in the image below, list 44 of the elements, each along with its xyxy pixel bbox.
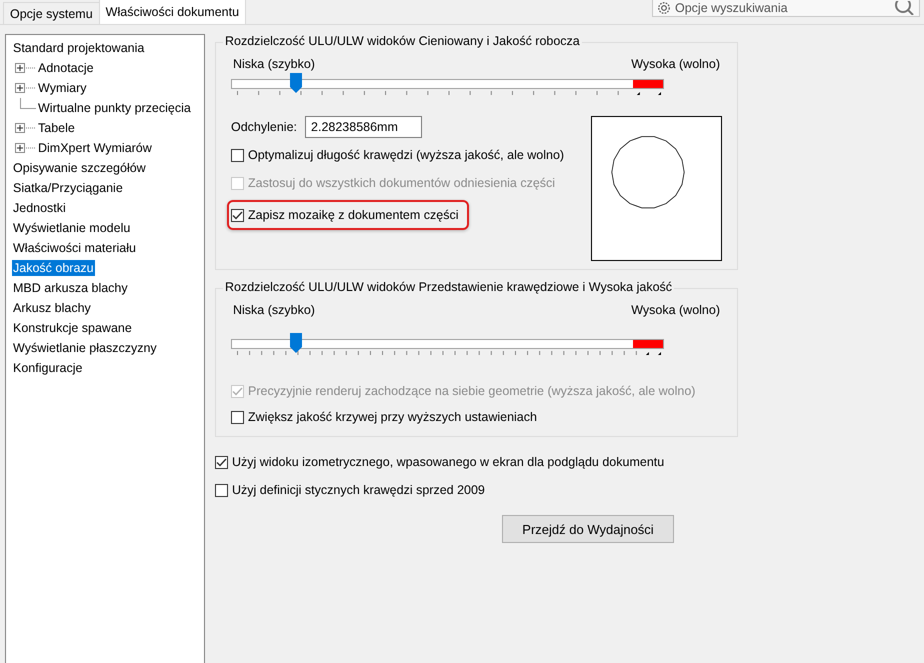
tree-item[interactable]: MBD arkusza blachy: [12, 280, 129, 296]
tree-item[interactable]: Adnotacje: [37, 60, 95, 76]
check-icon: [232, 386, 243, 396]
slider-thumb[interactable]: [288, 73, 303, 93]
slider-min-label: Niska (szybko): [233, 303, 315, 317]
tree-item[interactable]: Wyświetlanie płaszczyzny: [12, 340, 158, 356]
slider-max-label: Wysoka (wolno): [631, 303, 720, 317]
group-title: Rozdzielczość ULU/ULW widoków Cieniowany i Jakość robocza: [223, 34, 582, 48]
tree-item[interactable]: Siatka/Przyciąganie: [12, 180, 124, 196]
tree-item[interactable]: Opisywanie szczegółów: [12, 160, 147, 176]
slider-max-label: Wysoka (wolno): [631, 57, 720, 71]
check-icon: [232, 210, 243, 220]
checkbox-option[interactable]: Optymalizuj długość krawędzi (wyższa jakość, ale wolno): [231, 144, 564, 166]
tree-item[interactable]: Konstrukcje spawane: [12, 320, 133, 336]
settings-icon[interactable]: [657, 1, 671, 15]
tree-item[interactable]: Właściwości materiału: [12, 240, 137, 256]
checkbox-option[interactable]: Użyj definicji stycznych krawędzi sprzed 2009: [215, 479, 485, 501]
tree-item[interactable]: Wymiary: [37, 80, 88, 96]
slider-min-label: Niska (szybko): [233, 57, 315, 71]
slider-track[interactable]: [231, 73, 664, 93]
tree-item[interactable]: Wirtualne punkty przecięcia: [37, 100, 192, 116]
tree-item[interactable]: Konfiguracje: [12, 360, 84, 376]
checkbox-option[interactable]: Zapisz mozaikę z dokumentem części: [227, 200, 468, 230]
tree-item[interactable]: Jednostki: [12, 200, 67, 216]
deviation-field[interactable]: 2.28238586mm: [305, 116, 422, 138]
tab[interactable]: Opcje systemu: [3, 2, 100, 24]
tree-item[interactable]: Jakość obrazu: [12, 260, 95, 276]
group-title: Rozdzielczość ULU/ULW widoków Przedstawienie krawędziowe i Wysoka jakość: [223, 280, 674, 294]
tree-item[interactable]: Tabele: [37, 120, 76, 136]
search-field[interactable]: Opcje wyszukiwania: [652, 0, 920, 17]
slider-track[interactable]: [231, 333, 664, 353]
search-icon[interactable]: [895, 1, 915, 15]
tree-item[interactable]: Standard projektowania: [12, 40, 146, 56]
performance-button[interactable]: Przejdź do Wydajności: [502, 515, 674, 543]
tree-item[interactable]: Wyświetlanie modelu: [12, 220, 132, 236]
checkbox-option[interactable]: Zwiększ jakość krzywej przy wyższych ustawieniach: [231, 406, 537, 428]
tab[interactable]: Właściwości dokumentu: [98, 0, 246, 24]
check-icon: [216, 458, 227, 466]
tree-item[interactable]: DimXpert Wymiarów: [37, 140, 153, 156]
field-label: Odchylenie:: [231, 120, 298, 134]
tree-item[interactable]: Arkusz blachy: [12, 300, 92, 316]
slider-thumb[interactable]: [288, 333, 303, 353]
checkbox-option[interactable]: Użyj widoku izometrycznego, wpasowanego w ekran dla podglądu dokumentu: [215, 451, 664, 473]
tree-connector-icon: [20, 98, 36, 109]
